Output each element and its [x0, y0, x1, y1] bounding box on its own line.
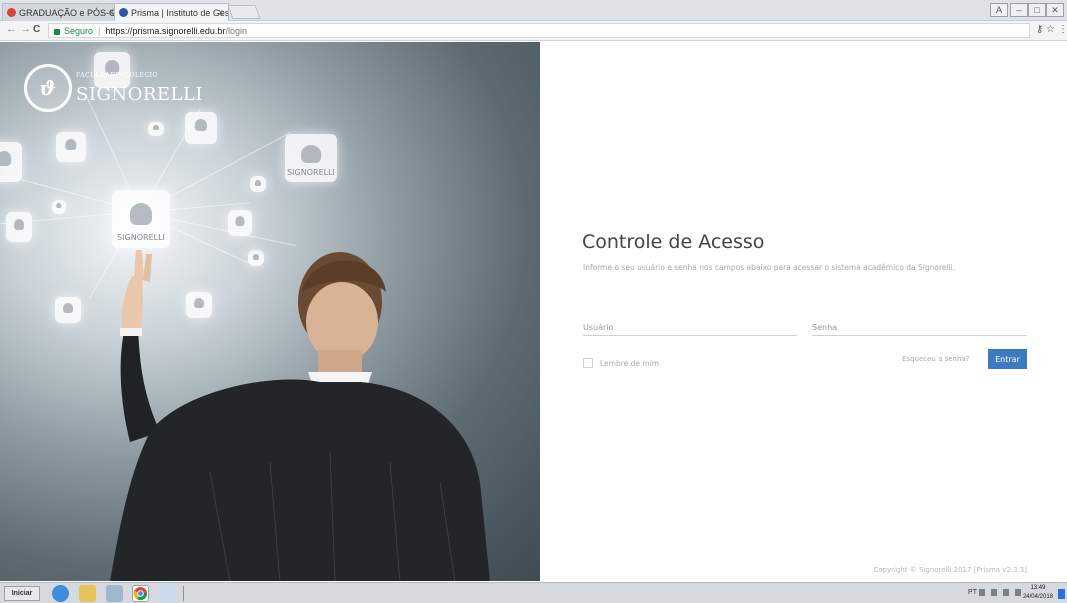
signorelli-logo: ϑ FACULDADE•COLÉGIO SIGNORELLI: [24, 64, 203, 114]
network-node: [250, 176, 266, 192]
page-subtitle: Informe o seu usuário e senha nos campos…: [583, 263, 956, 272]
tab-favicon-icon: [119, 8, 128, 17]
new-tab-button[interactable]: [227, 5, 261, 19]
remember-checkbox[interactable]: [583, 358, 593, 368]
network-node: [52, 200, 66, 214]
login-panel: Controle de Acesso Informe o seu usuário…: [540, 42, 1067, 581]
network-node: SIGNORELLI: [285, 134, 337, 182]
logo-name: SIGNORELLI: [76, 84, 204, 105]
remember-me[interactable]: Lembre de mim: [583, 358, 659, 368]
copyright-text: Copyright © Signorelli 2017 [Prisma v2.3…: [873, 566, 1027, 574]
remember-label: Lembre de mim: [600, 358, 660, 368]
action-center-icon[interactable]: [1003, 589, 1009, 596]
password-input[interactable]: [812, 319, 1027, 336]
profile-icon[interactable]: A: [990, 3, 1008, 17]
chrome-taskbar-icon[interactable]: [132, 585, 149, 602]
network-node: [6, 212, 32, 242]
back-icon[interactable]: ←: [6, 23, 17, 35]
file-explorer-icon[interactable]: [79, 585, 96, 602]
logo-subtitle: FACULDADE•COLÉGIO: [76, 72, 158, 79]
bookmark-star-icon[interactable]: ☆: [1046, 24, 1055, 35]
tray-arrow-icon[interactable]: [991, 589, 997, 596]
clock-time: 13:49: [1030, 585, 1046, 591]
url-host: https://prisma.signorelli.edu.br: [105, 25, 226, 36]
tab-prisma[interactable]: Prisma | Instituto de Gestã x: [114, 3, 229, 21]
windows-taskbar: Iniciar PT 13:49 24/04/2018: [0, 582, 1067, 603]
start-button[interactable]: Iniciar: [4, 586, 40, 601]
url-path: /login: [225, 25, 247, 36]
show-desktop-button[interactable]: [1058, 589, 1065, 599]
language-indicator[interactable]: PT: [968, 589, 977, 596]
url-separator: |: [98, 25, 101, 36]
network-node: [56, 132, 86, 162]
network-node: [0, 142, 22, 182]
tab-label: Prisma | Instituto de Gestã: [131, 7, 229, 18]
page-title: Controle de Acesso: [582, 231, 765, 253]
minimize-button[interactable]: –: [1010, 3, 1028, 17]
network-node: [185, 112, 217, 144]
clock[interactable]: 13:49 24/04/2018: [1023, 584, 1053, 602]
lock-icon: [54, 28, 60, 35]
tab-label: GRADUAÇÃO e PÓS-GRAD: [19, 7, 119, 18]
chrome-logo-icon: [133, 586, 148, 601]
tab-graduacao[interactable]: GRADUAÇÃO e PÓS-GRAD x: [2, 3, 120, 21]
close-window-button[interactable]: ✕: [1046, 3, 1064, 17]
url-input[interactable]: Seguro | https://prisma.signorelli.edu.b…: [48, 23, 1030, 38]
tab-favicon-icon: [7, 8, 16, 17]
reload-icon[interactable]: C: [33, 24, 40, 35]
key-icon[interactable]: ⚷: [1036, 24, 1043, 35]
menu-icon[interactable]: ⋮: [1058, 24, 1067, 35]
forward-icon[interactable]: →: [20, 23, 31, 35]
taskbar-divider: [183, 586, 184, 601]
username-input[interactable]: [583, 319, 797, 336]
media-player-icon[interactable]: [106, 585, 123, 602]
speaker-icon[interactable]: [1015, 589, 1021, 596]
network-icon[interactable]: [979, 589, 985, 596]
close-icon[interactable]: x: [219, 7, 224, 17]
address-bar-row: ← → C Seguro | https://prisma.signorelli…: [0, 21, 1067, 41]
clock-date: 24/04/2018: [1022, 594, 1053, 600]
node-label: SIGNORELLI: [287, 168, 335, 178]
forgot-password-link[interactable]: Esqueceu a senha?: [902, 355, 969, 363]
start-label: Iniciar: [11, 590, 33, 597]
browser-tab-bar: GRADUAÇÃO e PÓS-GRAD x Prisma | Institut…: [0, 0, 1067, 21]
network-node: [55, 297, 81, 323]
internet-explorer-icon[interactable]: [52, 585, 69, 602]
logo-emblem-icon: ϑ: [24, 64, 72, 112]
network-node: [148, 122, 164, 136]
word-icon[interactable]: [160, 585, 177, 602]
login-button[interactable]: Entrar: [988, 349, 1027, 369]
hero-image: SIGNORELLI SIGNORELLI ϑ FACULDADE•COLÉGI…: [0, 42, 540, 581]
maximize-button[interactable]: □: [1028, 3, 1046, 17]
secure-label: Seguro: [64, 25, 94, 36]
businessman-figure: [110, 250, 490, 581]
